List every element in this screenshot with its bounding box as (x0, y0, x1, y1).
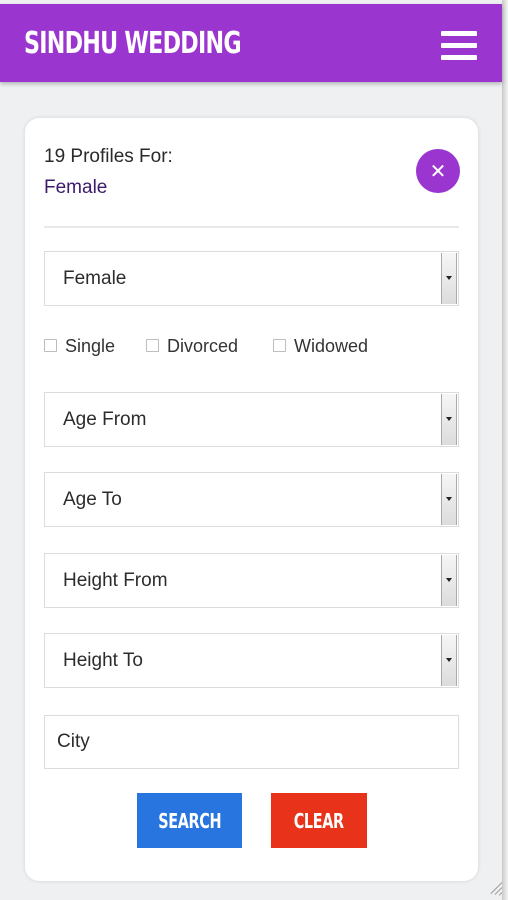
dropdown-arrow-icon (441, 253, 457, 304)
checkbox-box[interactable] (146, 339, 159, 352)
age-to-select-value: Age To (63, 489, 122, 510)
checkbox-box[interactable] (273, 339, 286, 352)
age-from-select[interactable]: Age From (44, 392, 459, 447)
profile-count-number: 19 (44, 146, 66, 167)
close-icon[interactable]: ✕ (416, 149, 460, 193)
age-to-select[interactable]: Age To (44, 472, 459, 527)
search-button-label: SEARCH (158, 808, 221, 833)
dropdown-arrow-icon (441, 474, 457, 525)
height-to-select-value: Height To (63, 650, 143, 671)
hamburger-menu-icon[interactable] (441, 31, 477, 63)
resize-grip-icon[interactable] (484, 878, 503, 896)
profile-count-label: Profiles For: (65, 146, 173, 167)
checkbox-label: Widowed (294, 336, 369, 356)
divider (44, 226, 459, 228)
brand-logo[interactable]: SINDHU WEDDING (24, 26, 242, 61)
scrollbar-edge (502, 0, 508, 900)
dropdown-arrow-icon (441, 394, 457, 445)
checkbox-box[interactable] (44, 339, 57, 352)
dropdown-arrow-icon (441, 635, 457, 686)
checkbox-label: Divorced (167, 336, 239, 356)
clear-button-label: CLEAR (293, 808, 345, 833)
checkbox-label: Single (65, 336, 116, 356)
search-button[interactable]: SEARCH (137, 793, 242, 848)
height-from-select[interactable]: Height From (44, 553, 459, 608)
height-to-select[interactable]: Height To (44, 633, 459, 688)
gender-select-value: Female (63, 268, 127, 289)
profile-count: 19 Profiles For: (44, 146, 173, 168)
city-input[interactable] (44, 715, 459, 769)
filter-card: 19 Profiles For: Female ✕ Female Single … (25, 118, 478, 881)
clear-button[interactable]: CLEAR (271, 793, 367, 848)
age-from-select-value: Age From (63, 409, 147, 430)
navbar: SINDHU WEDDING (0, 4, 502, 82)
selected-gender-label: Female (44, 177, 108, 198)
height-from-select-value: Height From (63, 570, 168, 591)
dropdown-arrow-icon (441, 555, 457, 606)
gender-select[interactable]: Female (44, 251, 459, 306)
